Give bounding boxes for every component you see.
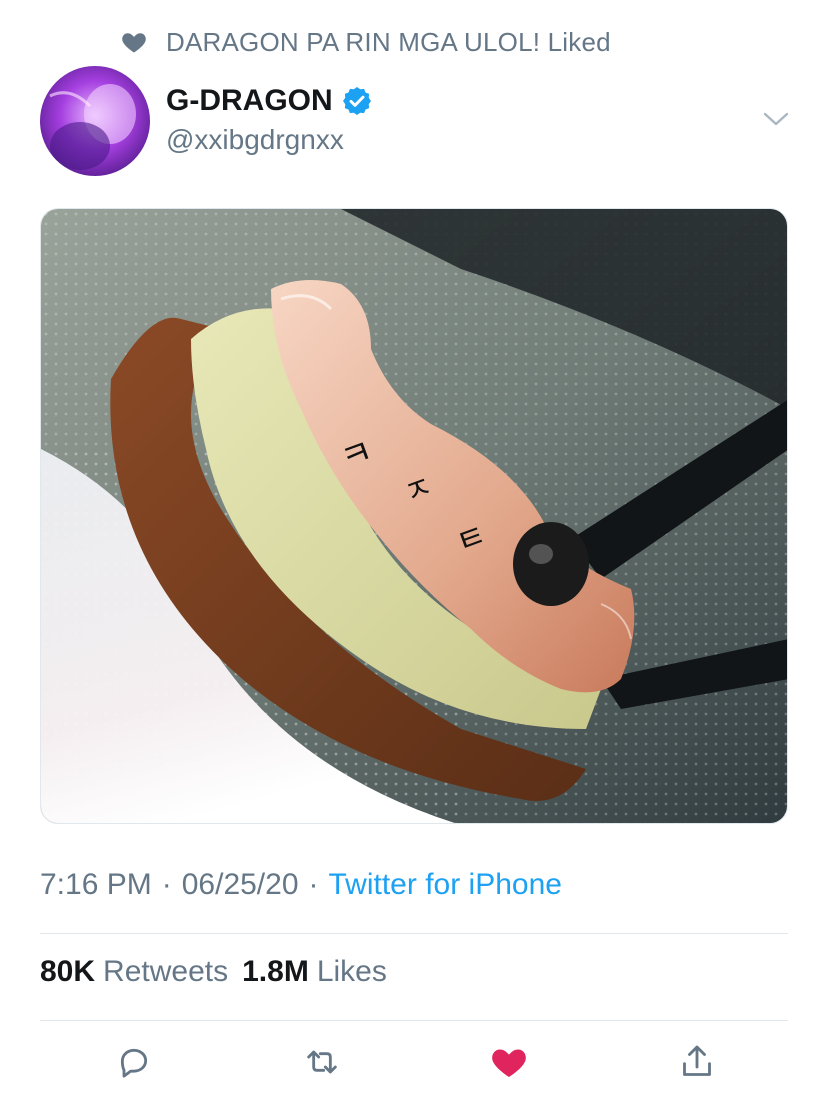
avatar-image — [40, 66, 150, 176]
heart-icon — [122, 33, 146, 53]
reply-icon — [120, 1048, 148, 1078]
social-context-text: DARAGON PA RIN MGA ULOL! Liked — [166, 26, 611, 57]
meta-separator: · — [308, 868, 319, 901]
tweet-time: 7:16 PM — [40, 868, 152, 901]
retweet-button[interactable] — [300, 1040, 344, 1084]
verified-badge-icon — [342, 87, 371, 115]
share-icon — [683, 1045, 711, 1076]
likes-count[interactable]: 1.8M — [242, 955, 309, 989]
retweet-icon — [307, 1050, 337, 1074]
share-button[interactable] — [675, 1040, 719, 1084]
tweet-author[interactable]: G-DRAGON @xxibgdrgnxx — [166, 80, 373, 156]
tweet-source-link[interactable]: Twitter for iPhone — [329, 868, 562, 902]
like-button[interactable] — [487, 1040, 531, 1084]
tweet-action-bar — [0, 1040, 828, 1090]
retweets-count[interactable]: 80K — [40, 955, 95, 989]
tweet-meta: 7:16 PM · 06/25/20 · Twitter for iPhone — [40, 868, 562, 902]
avatar[interactable] — [40, 66, 150, 176]
display-name[interactable]: G-DRAGON — [166, 84, 333, 118]
tweet-stats: 80K Retweets 1.8M Likes — [40, 955, 401, 989]
divider — [40, 933, 788, 934]
dental-model-photo: ㅋ ㅈ ㅌ — [41, 209, 787, 823]
handle: @xxibgdrgnxx — [166, 124, 344, 155]
heart-filled-icon — [492, 1049, 526, 1077]
likes-label[interactable]: Likes — [317, 955, 387, 989]
meta-separator: · — [161, 868, 172, 901]
divider — [40, 1020, 788, 1021]
social-context: DARAGON PA RIN MGA ULOL! Liked — [120, 26, 611, 58]
tweet-photo[interactable]: ㅋ ㅈ ㅌ — [40, 208, 788, 824]
tweet-date: 06/25/20 — [181, 868, 299, 901]
chevron-down-icon[interactable] — [760, 108, 792, 130]
retweets-label[interactable]: Retweets — [103, 955, 228, 989]
reply-button[interactable] — [112, 1040, 156, 1084]
